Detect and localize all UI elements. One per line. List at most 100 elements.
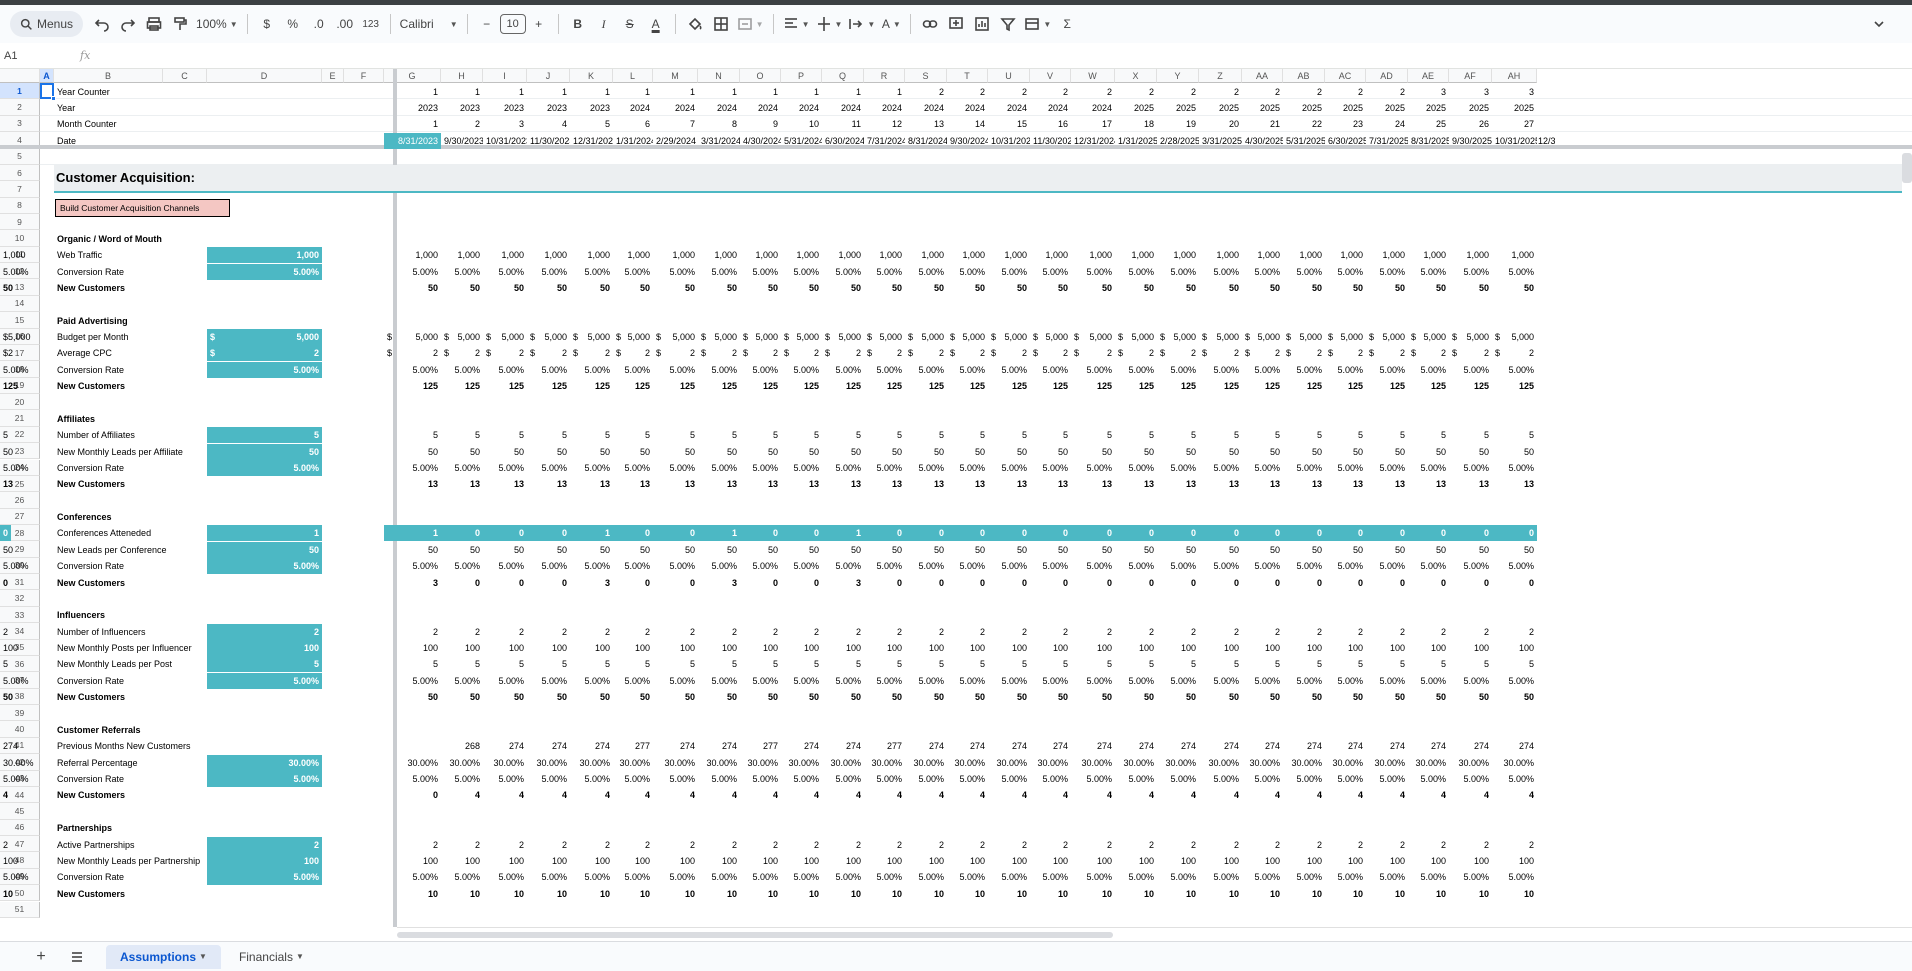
value-cell[interactable]: 5 xyxy=(822,427,864,443)
column-header-x[interactable]: X xyxy=(1115,69,1157,83)
value-cell[interactable]: 125 xyxy=(0,378,21,394)
value-cell[interactable]: 5 xyxy=(905,427,947,443)
value-cell[interactable]: 50 xyxy=(1071,542,1115,558)
value-cell[interactable]: 2 xyxy=(1366,837,1408,853)
value-cell[interactable]: 2 xyxy=(1030,624,1071,640)
value-cell[interactable]: 5.00% xyxy=(1492,558,1537,574)
value-cell[interactable]: 125 xyxy=(1157,378,1199,394)
value-cell[interactable]: 5.00% xyxy=(781,362,822,378)
value-cell[interactable]: 4 xyxy=(1199,787,1242,803)
value-cell[interactable]: 50 xyxy=(1030,280,1071,296)
value-cell[interactable]: 50 xyxy=(740,444,781,460)
value-cell[interactable]: 5.00% xyxy=(570,362,613,378)
value-cell[interactable]: 10 xyxy=(570,886,613,902)
value-cell[interactable]: $5,000 xyxy=(441,329,483,345)
value-cell[interactable]: 5 xyxy=(1325,427,1366,443)
year-counter-cell[interactable]: 1 xyxy=(781,84,822,100)
year-counter-cell[interactable]: 3 xyxy=(1492,84,1537,100)
value-cell[interactable]: 2 xyxy=(527,837,570,853)
increase-decimal-button[interactable]: .00 xyxy=(332,11,358,37)
value-cell[interactable]: $5,000 xyxy=(1071,329,1115,345)
value-cell[interactable]: 5.00% xyxy=(740,264,781,280)
value-cell[interactable]: 5.00% xyxy=(384,869,441,885)
value-cell[interactable]: 100 xyxy=(0,640,21,656)
value-cell[interactable]: 5.00% xyxy=(781,771,822,787)
value-cell[interactable]: 5.00% xyxy=(864,869,905,885)
value-cell[interactable]: 5 xyxy=(1115,656,1157,672)
value-cell[interactable]: 100 xyxy=(1030,853,1071,869)
value-cell[interactable]: 5.00% xyxy=(1492,460,1537,476)
column-header-b[interactable]: B xyxy=(54,69,163,83)
value-cell[interactable]: 2 xyxy=(988,837,1030,853)
value-cell[interactable]: 10 xyxy=(384,886,441,902)
value-cell[interactable]: 5.00% xyxy=(1199,558,1242,574)
value-cell[interactable]: 5.00% xyxy=(1408,460,1449,476)
value-cell[interactable]: 5.00% xyxy=(613,362,653,378)
value-cell[interactable]: 5.00% xyxy=(1283,673,1325,689)
value-cell[interactable]: 5.00% xyxy=(1115,264,1157,280)
value-cell[interactable]: 125 xyxy=(441,378,483,394)
month-counter-cell[interactable]: 9 xyxy=(740,116,781,132)
value-cell[interactable]: 100 xyxy=(947,640,988,656)
value-cell[interactable]: 5.00% xyxy=(1030,264,1071,280)
value-cell[interactable]: 5.00% xyxy=(1199,869,1242,885)
value-cell[interactable]: 50 xyxy=(527,280,570,296)
value-cell[interactable]: 50 xyxy=(1366,280,1408,296)
assumption-input[interactable]: 50 xyxy=(207,541,322,558)
value-cell[interactable]: 5.00% xyxy=(1071,264,1115,280)
year-cell[interactable]: 2024 xyxy=(988,100,1030,116)
value-cell[interactable]: 30.00% xyxy=(570,755,613,771)
value-cell[interactable]: 2 xyxy=(384,837,441,853)
value-cell[interactable]: 0 xyxy=(483,525,527,542)
year-cell[interactable]: 2024 xyxy=(653,100,698,116)
filter-views-icon[interactable]: ▼ xyxy=(1021,11,1054,37)
value-cell[interactable]: 10 xyxy=(1408,886,1449,902)
value-cell[interactable]: 50 xyxy=(740,280,781,296)
value-cell[interactable]: 2 xyxy=(740,837,781,853)
menus-button[interactable]: Menus xyxy=(10,11,84,37)
value-cell[interactable]: 0 xyxy=(1492,575,1537,591)
year-cell[interactable]: 2024 xyxy=(947,100,988,116)
value-cell[interactable]: 4 xyxy=(0,787,11,803)
year-counter-cell[interactable]: 2 xyxy=(1366,84,1408,100)
value-cell[interactable]: 5.00% xyxy=(527,558,570,574)
value-cell[interactable]: 5 xyxy=(1242,427,1283,443)
value-cell[interactable]: 4 xyxy=(740,787,781,803)
value-cell[interactable]: 2 xyxy=(441,624,483,640)
value-cell[interactable]: 4 xyxy=(1115,787,1157,803)
value-cell[interactable]: 50 xyxy=(1115,689,1157,705)
value-cell[interactable]: 0 xyxy=(905,525,947,542)
value-cell[interactable]: 5.00% xyxy=(0,460,32,476)
value-cell[interactable]: 50 xyxy=(0,689,16,705)
value-cell[interactable]: 274 xyxy=(1366,738,1408,754)
value-cell[interactable]: 5.00% xyxy=(1157,771,1199,787)
value-cell[interactable]: 50 xyxy=(822,542,864,558)
value-cell[interactable]: 0 xyxy=(613,575,653,591)
value-cell[interactable]: 100 xyxy=(1492,853,1537,869)
value-cell[interactable]: 5.00% xyxy=(0,362,32,378)
value-cell[interactable]: 4 xyxy=(781,787,822,803)
value-cell[interactable]: 5 xyxy=(527,656,570,672)
value-cell[interactable]: 0 xyxy=(613,525,653,542)
date-cell[interactable]: 6/30/2024 xyxy=(822,133,864,149)
month-counter-cell[interactable]: 20 xyxy=(1199,116,1242,132)
value-cell[interactable]: 100 xyxy=(653,853,698,869)
value-cell[interactable]: 50 xyxy=(527,542,570,558)
value-cell[interactable]: 5 xyxy=(1030,427,1071,443)
value-cell[interactable]: 2 xyxy=(1492,624,1537,640)
assumption-input[interactable]: 5.00% xyxy=(207,771,322,788)
row-header[interactable]: 9 xyxy=(0,213,40,231)
value-cell[interactable]: 268 xyxy=(441,738,483,754)
value-cell[interactable]: 50 xyxy=(1408,542,1449,558)
value-cell[interactable]: 30.00% xyxy=(384,755,441,771)
assumption-input[interactable]: 5.00% xyxy=(207,672,322,689)
value-cell[interactable]: 50 xyxy=(1115,542,1157,558)
value-cell[interactable]: 5 xyxy=(1283,656,1325,672)
value-cell[interactable]: 50 xyxy=(1242,542,1283,558)
assumption-input[interactable]: 5 xyxy=(207,656,322,673)
value-cell[interactable]: 5 xyxy=(905,656,947,672)
year-counter-cell[interactable]: 3 xyxy=(1408,84,1449,100)
value-cell[interactable]: 100 xyxy=(384,640,441,656)
value-cell[interactable]: 4 xyxy=(905,787,947,803)
value-cell[interactable]: 4 xyxy=(698,787,740,803)
